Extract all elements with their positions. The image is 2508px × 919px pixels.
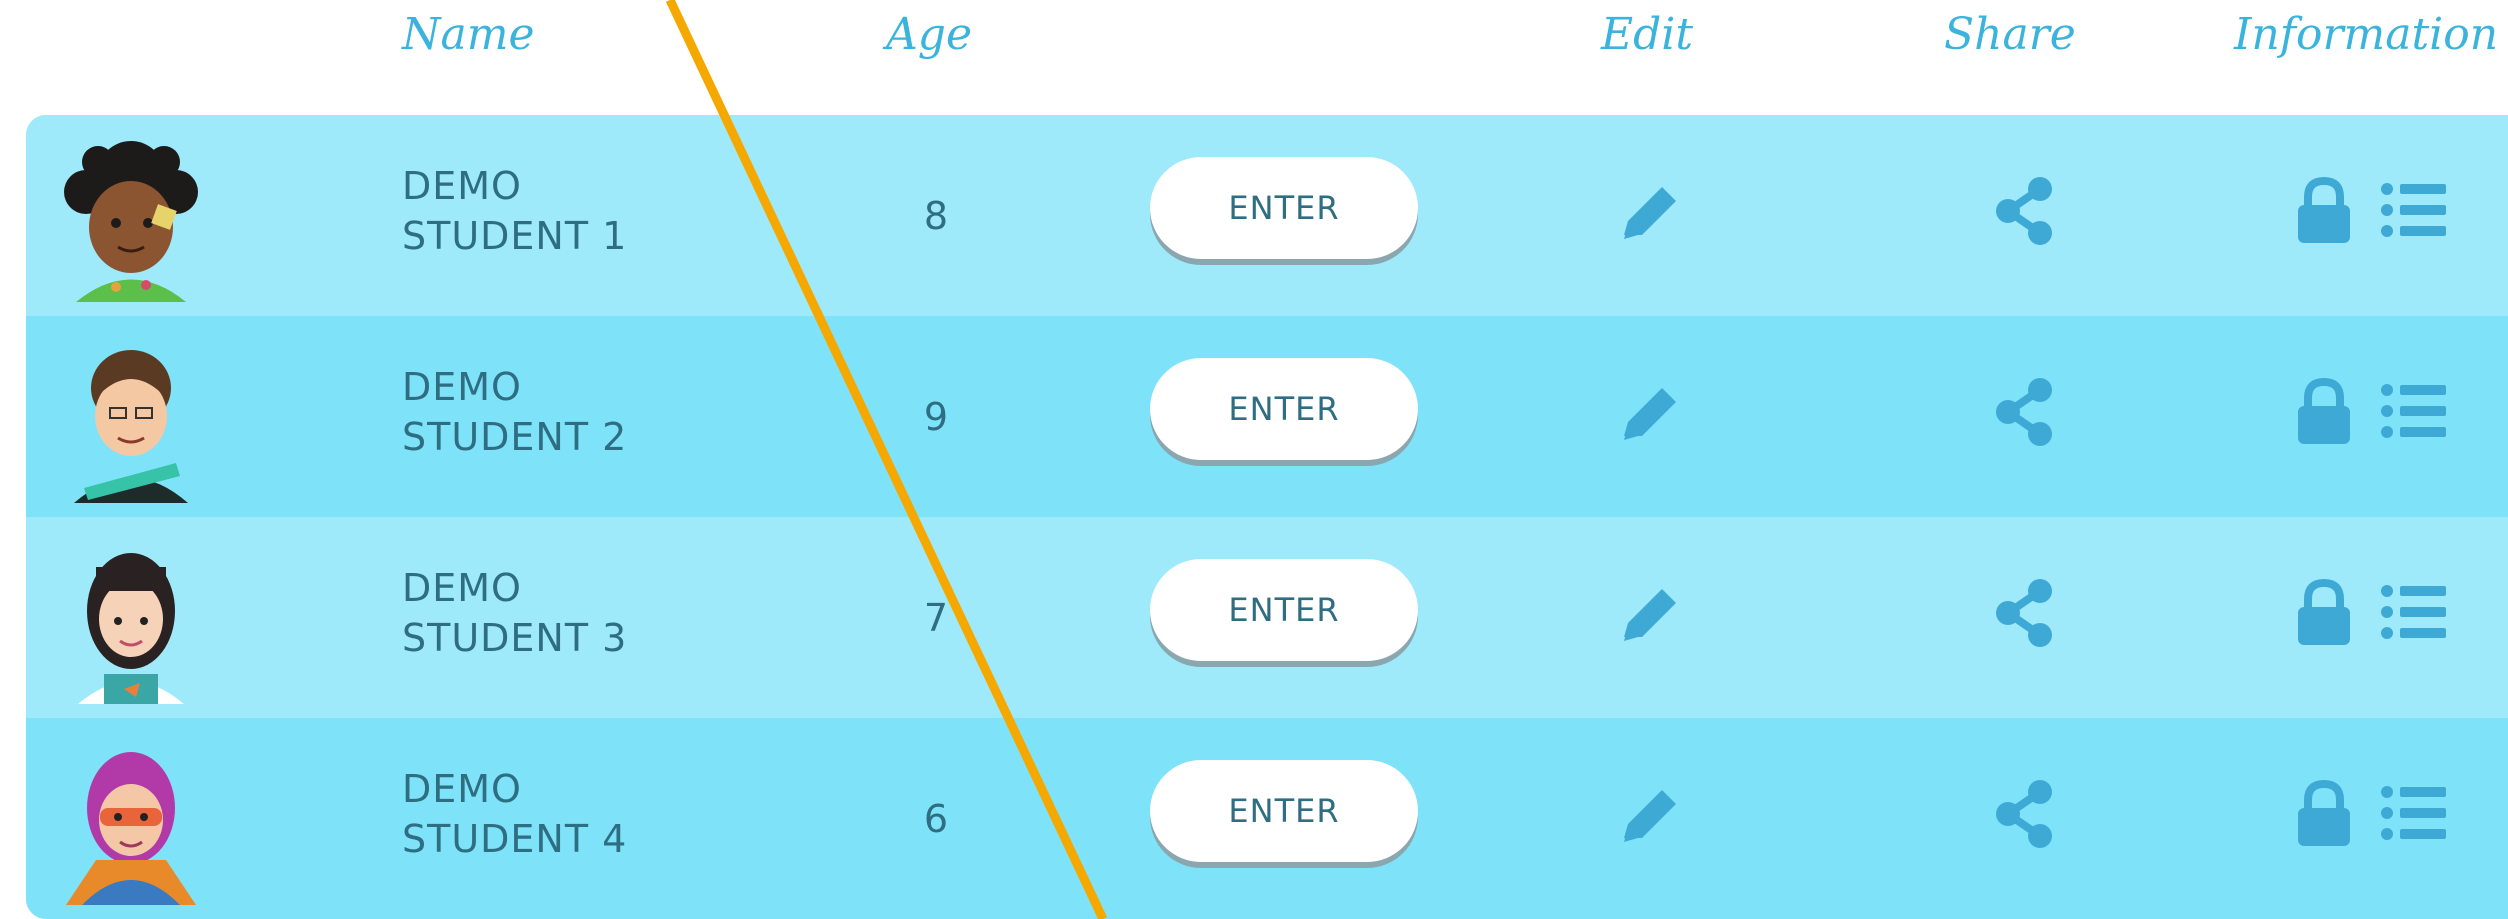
avatar xyxy=(66,752,196,905)
student-name: DEMO STUDENT 2 xyxy=(402,365,628,459)
header-share: Share xyxy=(1944,9,2076,60)
pencil-icon[interactable] xyxy=(1614,177,1686,249)
header-information: Information xyxy=(2234,9,2499,60)
lock-icon[interactable] xyxy=(2294,376,2354,446)
table-row: DEMO STUDENT 4 6 ENTER xyxy=(26,718,2508,919)
pencil-icon[interactable] xyxy=(1614,579,1686,651)
enter-button[interactable]: ENTER xyxy=(1150,559,1418,661)
student-name: DEMO STUDENT 3 xyxy=(402,566,628,660)
share-icon[interactable] xyxy=(1992,577,2058,649)
share-icon[interactable] xyxy=(1992,778,2058,850)
share-icon[interactable] xyxy=(1992,175,2058,247)
table-header: Name Age Edit Share Information xyxy=(0,0,2508,115)
student-age: 9 xyxy=(923,395,949,439)
header-edit: Edit xyxy=(1601,9,1694,60)
student-age: 7 xyxy=(923,596,949,640)
student-age: 8 xyxy=(923,194,949,238)
table-row: DEMO STUDENT 3 7 ENTER xyxy=(26,517,2508,718)
student-age: 6 xyxy=(923,797,949,841)
pencil-icon[interactable] xyxy=(1614,780,1686,852)
avatar xyxy=(78,553,184,704)
enter-button[interactable]: ENTER xyxy=(1150,760,1418,862)
lock-icon[interactable] xyxy=(2294,175,2354,245)
header-age: Age xyxy=(886,9,972,60)
student-table: DEMO STUDENT 1 8 ENTER DEMO STUDENT 2 9 … xyxy=(26,115,2508,919)
student-name: DEMO STUDENT 4 xyxy=(402,767,628,861)
lock-icon[interactable] xyxy=(2294,778,2354,848)
avatar xyxy=(64,141,198,302)
header-name: Name xyxy=(402,9,535,60)
student-name: DEMO STUDENT 1 xyxy=(402,164,628,258)
enter-button[interactable]: ENTER xyxy=(1150,358,1418,460)
list-icon[interactable] xyxy=(2380,784,2448,842)
share-icon[interactable] xyxy=(1992,376,2058,448)
table-row: DEMO STUDENT 1 8 ENTER xyxy=(26,115,2508,316)
avatar xyxy=(74,350,188,503)
enter-button[interactable]: ENTER xyxy=(1150,157,1418,259)
table-row: DEMO STUDENT 2 9 ENTER xyxy=(26,316,2508,517)
list-icon[interactable] xyxy=(2380,181,2448,239)
lock-icon[interactable] xyxy=(2294,577,2354,647)
list-icon[interactable] xyxy=(2380,382,2448,440)
pencil-icon[interactable] xyxy=(1614,378,1686,450)
list-icon[interactable] xyxy=(2380,583,2448,641)
